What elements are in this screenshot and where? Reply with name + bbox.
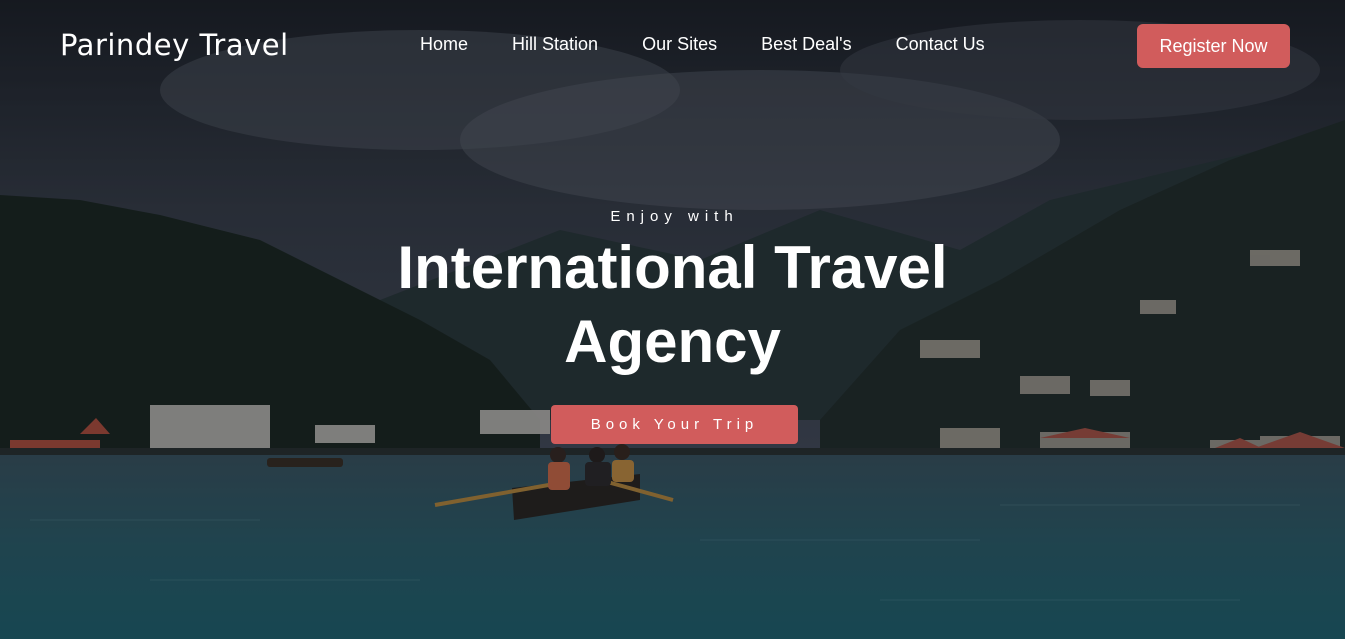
hero-section: Parindey Travel Home Hill Station Our Si… [0, 0, 1345, 639]
nav-item-hill-station[interactable]: Hill Station [512, 34, 598, 55]
top-navigation: Parindey Travel Home Hill Station Our Si… [0, 0, 1345, 92]
nav-item-our-sites[interactable]: Our Sites [642, 34, 717, 55]
nav-item-home[interactable]: Home [420, 34, 468, 55]
main-menu: Home Hill Station Our Sites Best Deal's … [420, 34, 985, 55]
hero-headline: International Travel Agency [397, 234, 948, 375]
brand-logo[interactable]: Parindey Travel [60, 28, 289, 62]
hero-copy: Enjoy with International Travel Agency [0, 208, 1345, 379]
nav-item-contact-us[interactable]: Contact Us [896, 34, 985, 55]
register-now-button[interactable]: Register Now [1137, 24, 1290, 68]
hero-kicker: Enjoy with [610, 208, 739, 225]
nav-item-best-deals[interactable]: Best Deal's [761, 34, 851, 55]
book-your-trip-button[interactable]: Book Your Trip [551, 405, 798, 444]
